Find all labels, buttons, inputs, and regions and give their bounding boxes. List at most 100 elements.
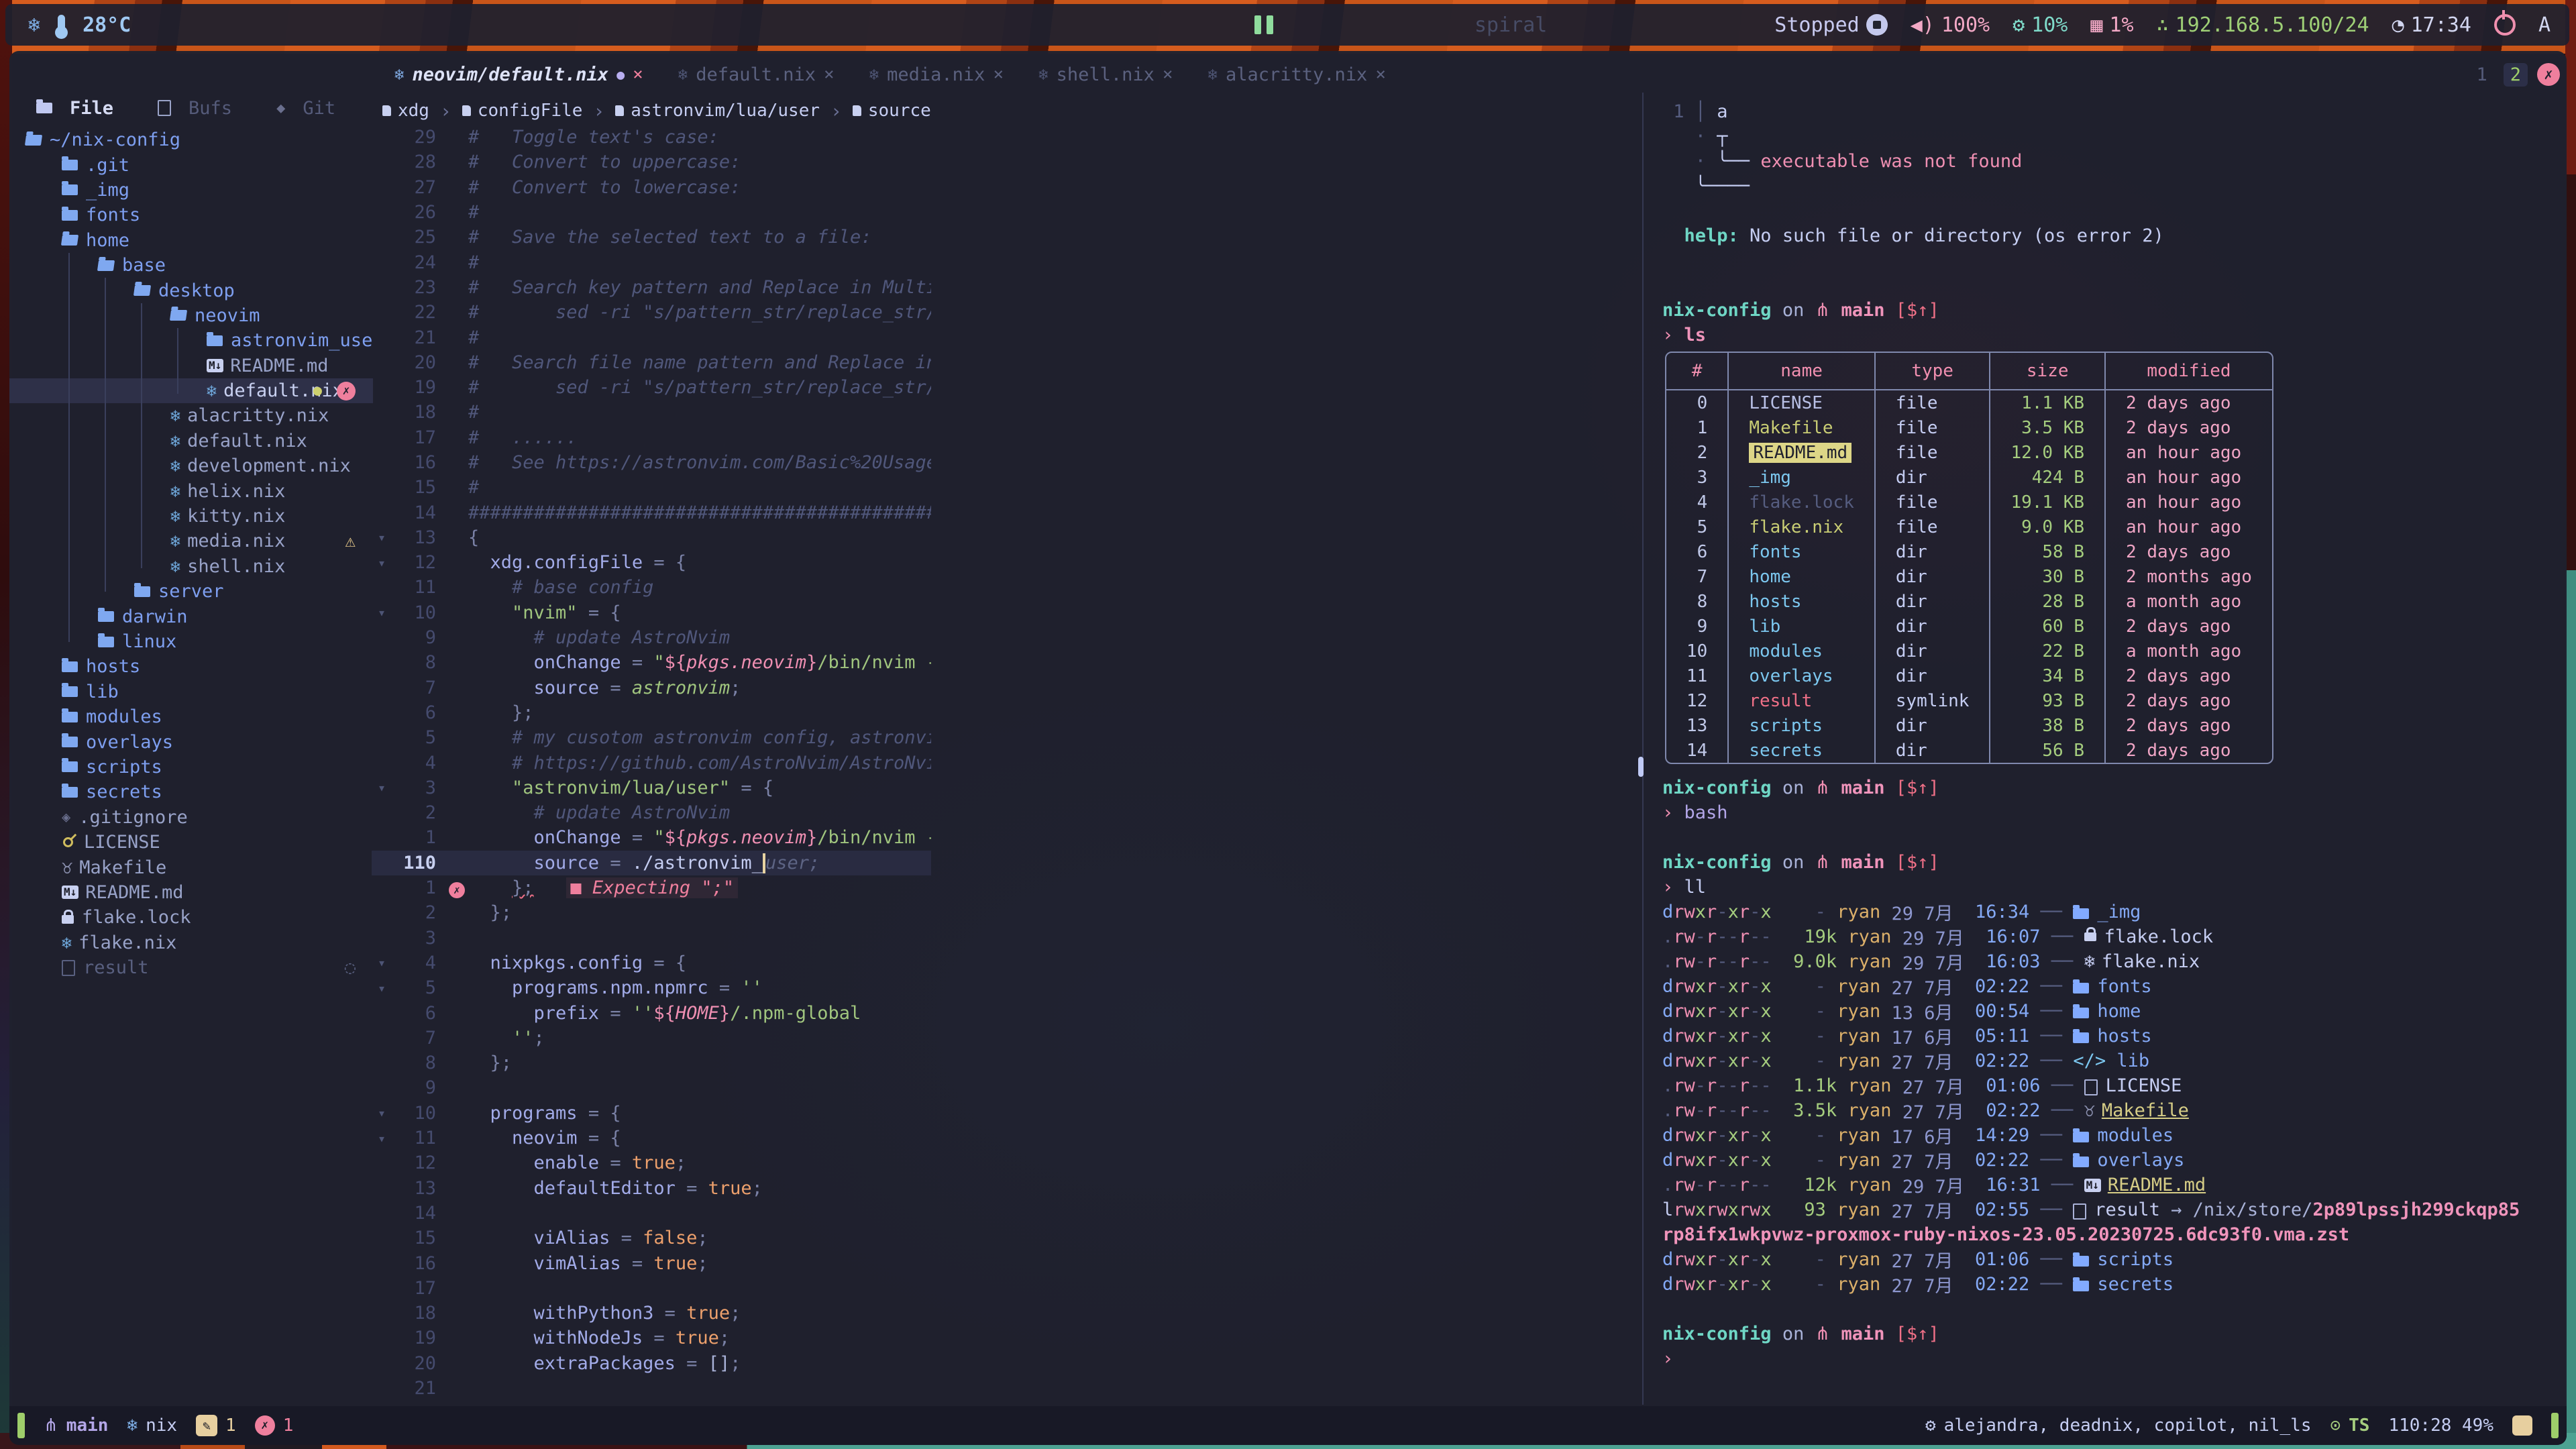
code-line: 9 [372,1075,931,1100]
tree-item-astronvim_user[interactable]: astronvim_user [9,328,373,353]
tree-item-darwin[interactable]: darwin [9,604,373,629]
token: -- [1750,951,1782,972]
nixos-logo-icon[interactable]: ❄ [28,13,40,37]
tree-item-README.md[interactable]: M↓README.md [9,354,373,378]
close-icon[interactable]: × [1163,64,1173,85]
tree-item-default.nix[interactable]: ❄default.nix●✗ [9,378,373,403]
cpu-widget[interactable]: ⚙ 10% [2012,13,2068,37]
stopped-widget[interactable]: Stopped [1774,13,1887,37]
folder-icon [62,184,78,195]
text-line [1662,199,2560,223]
mode-square [2512,1415,2532,1436]
tree-item-Makefile[interactable]: ♉Makefile [9,855,373,879]
token: 02:22 [1953,1274,2030,1295]
tree-item-base[interactable]: base [9,253,373,278]
token: # [468,202,479,223]
token: defaultEditor [468,1178,676,1199]
indent-guide [68,253,70,642]
tree-item-scripts[interactable]: scripts [9,755,373,780]
tabpage-2[interactable]: 2 [2504,63,2528,87]
sidebar-tab-bufs[interactable]: Bufs [158,98,232,119]
temperature[interactable]: 28°C [83,13,131,37]
tree-item-README.md[interactable]: M↓README.md [9,880,373,905]
text-line: # Save the selected text to a file: `:w … [468,227,931,248]
tree-item-neovim[interactable]: neovim [9,303,373,328]
tree-item-fonts[interactable]: fonts [9,203,373,227]
tree-item-hosts[interactable]: hosts [9,654,373,679]
volume-widget[interactable]: ◀) 100% [1911,13,1990,37]
warning-icon: ⚠ [345,531,356,551]
tree-item-shell.nix[interactable]: ❄shell.nix [9,554,373,579]
close-icon[interactable]: × [633,64,643,85]
token: ── [2041,951,2084,972]
token: x [1695,1051,1706,1071]
buffer-tab[interactable]: ❄default.nix× [661,56,852,93]
table-row: 10modulesdir22 Ba month ago [1666,639,2272,663]
close-icon[interactable]: × [993,64,1004,85]
tree-item-result[interactable]: result◌ [9,955,373,980]
token: 16:03 [1964,951,2041,972]
code-editor[interactable]: 29# Toggle text's case: `~`28# Convert t… [372,125,931,1405]
media-pause-icon[interactable] [1254,15,1273,34]
breadcrumb-item[interactable]: configFile [462,101,583,121]
token: r [1739,1125,1750,1146]
modified-dot-icon: ● [616,66,625,83]
tree-item-default.nix[interactable]: ❄default.nix [9,429,373,453]
tree-item-development.nix[interactable]: ❄development.nix [9,453,373,478]
tree-item-lib[interactable]: lib [9,680,373,704]
breadcrumb-item[interactable]: astronvim/lua/user [615,101,820,121]
close-icon[interactable]: ✗ [2537,63,2560,86]
tree-item-alacritty.nix[interactable]: ❄alacritty.nix [9,403,373,428]
buffer-tab[interactable]: ❄shell.nix× [1021,56,1190,93]
text-line: # update AstroNvim [468,802,730,823]
breadcrumb-label: xdg [398,101,429,121]
tree-item-helix.nix[interactable]: ❄helix.nix [9,478,373,503]
scrollbar-thumb[interactable] [1638,757,1644,777]
tree-item-desktop[interactable]: desktop [9,278,373,303]
power-icon[interactable] [2494,14,2516,36]
tree-item-overlays[interactable]: overlays [9,729,373,754]
tree-item-linux[interactable]: linux [9,629,373,654]
git-branch-segment[interactable]: ⋔ main [44,1415,108,1436]
text-line: nix-config on ⋔ main [$↑] [1662,298,2560,323]
buffer-tab[interactable]: ❄media.nix× [852,56,1021,93]
tree-item-secrets[interactable]: secrets [9,780,373,804]
token: ── [2029,976,2073,997]
memory-widget[interactable]: ▦ 1% [2090,13,2133,37]
tree-item-kitty.nix[interactable]: ❄kitty.nix [9,504,373,529]
tree-item-media.nix[interactable]: ❄media.nix⚠ [9,529,373,553]
tree-item-server[interactable]: server [9,579,373,604]
buffers-icon [158,100,171,116]
token [2073,1203,2086,1220]
media-title[interactable]: spiral [1474,13,1547,37]
tree-item-_img[interactable]: _img [9,178,373,203]
tree-item-modules[interactable]: modules [9,704,373,729]
close-icon[interactable]: × [1375,64,1386,85]
token [1662,827,1673,848]
error-count-segment[interactable]: ✗ 1 [255,1415,294,1436]
buffer-tab[interactable]: ❄neovim/default.nix●× [377,56,661,93]
tree-item-home[interactable]: home [9,228,373,253]
lsp-segment[interactable]: ⚙ alejandra, deadnix, copilot, nil_ls [1925,1415,2312,1436]
breadcrumb-item[interactable]: xdg [382,101,429,121]
tree-item-flake.nix[interactable]: ❄flake.nix [9,930,373,955]
terminal-pane[interactable]: 1 │ a · ┬ · ╰── executable was not found… [1644,93,2560,1405]
close-icon[interactable]: ✗ [337,382,356,400]
code-line: ▾4 nixpkgs.config = { [372,951,931,975]
sidebar-tab-git[interactable]: ◆Git [276,98,335,119]
tree-item-LICENSE[interactable]: LICENSE [9,830,373,855]
clock-widget[interactable]: ◔ 17:34 [2392,13,2471,37]
buffer-tab[interactable]: ❄alacritty.nix× [1191,56,1403,93]
network-widget[interactable]: ∴ 192.168.5.100/24 [2157,13,2369,37]
sidebar-tab-file[interactable]: File [36,98,113,119]
tree-item-~/nix-config[interactable]: ~/nix-config [9,127,373,152]
tree-item-.gitignore[interactable]: ◈.gitignore [9,805,373,830]
tree-item-.git[interactable]: .git [9,152,373,177]
tree-item-flake.lock[interactable]: flake.lock [9,905,373,930]
token: - [1772,1150,1837,1171]
token: = { [643,953,686,973]
tabpage-1[interactable]: 1 [2469,63,2493,87]
token: 16:31 [1964,1175,2041,1195]
breadcrumb-item[interactable]: source [853,101,931,121]
close-icon[interactable]: × [824,64,835,85]
